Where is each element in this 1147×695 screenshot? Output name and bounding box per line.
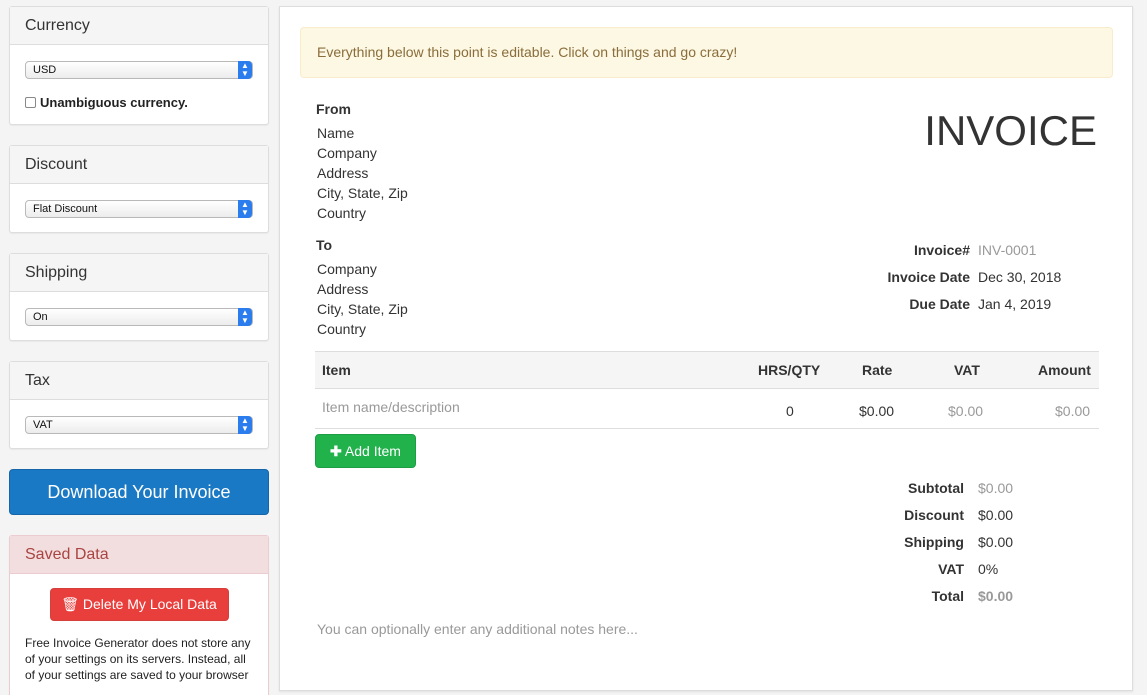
shipping-select-value: On — [33, 311, 48, 323]
to-company-field[interactable]: Company — [317, 259, 377, 279]
trash-icon: 🗑 — [61, 596, 80, 612]
from-city-field[interactable]: City, State, Zip — [317, 183, 408, 203]
discount-select-value: Flat Discount — [33, 203, 98, 215]
invoice-date-label: Invoice Date — [887, 269, 970, 285]
editable-alert: Everything below this point is editable.… — [300, 27, 1113, 78]
tax-select-value: VAT — [33, 419, 53, 431]
unambiguous-currency-checkbox[interactable] — [25, 97, 36, 108]
vat-row: VAT 0% — [840, 561, 1140, 581]
item-vat-value: $0.00 — [948, 403, 984, 419]
to-city-field[interactable]: City, State, Zip — [317, 299, 408, 319]
chevron-updown-icon: ▲ ▼ — [238, 416, 252, 434]
rate-column-header: Rate — [862, 362, 893, 378]
invoice-number-row: Invoice# INV-0001 — [840, 242, 1140, 262]
to-label: To — [316, 237, 333, 253]
to-address-field[interactable]: Address — [317, 279, 368, 299]
chevron-updown-icon: ▲ ▼ — [238, 200, 252, 218]
item-column-header: Item — [322, 362, 351, 378]
invoice-date-field[interactable]: Dec 30, 2018 — [978, 269, 1061, 285]
unambiguous-currency-option[interactable]: Unambiguous currency. — [25, 95, 253, 110]
invoice-date-row: Invoice Date Dec 30, 2018 — [840, 269, 1140, 289]
due-date-label: Due Date — [909, 296, 970, 312]
due-date-row: Due Date Jan 4, 2019 — [840, 296, 1140, 316]
vat-label: VAT — [938, 561, 964, 577]
to-country-field[interactable]: Country — [317, 319, 366, 339]
tax-select[interactable]: VAT ▲ ▼ — [25, 416, 253, 434]
due-date-field[interactable]: Jan 4, 2019 — [978, 296, 1051, 312]
from-company-field[interactable]: Company — [317, 143, 377, 163]
item-description-field[interactable]: Item name/description — [322, 389, 460, 425]
invoice-number-field[interactable]: INV-0001 — [978, 242, 1036, 258]
discount-panel: Discount Flat Discount ▲ ▼ — [9, 145, 269, 233]
vat-field[interactable]: 0% — [978, 561, 998, 577]
total-label: Total — [931, 588, 964, 604]
add-item-label: Add Item — [344, 443, 401, 459]
discount-row: Discount $0.00 — [840, 507, 1140, 527]
shipping-select[interactable]: On ▲ ▼ — [25, 308, 253, 326]
saved-data-description: Free Invoice Generator does not store an… — [25, 636, 251, 682]
currency-panel: Currency USD ▲ ▼ Unambiguous currency. — [9, 6, 269, 125]
delete-local-data-label: Delete My Local Data — [82, 596, 217, 612]
shipping-row: Shipping $0.00 — [840, 534, 1140, 554]
currency-heading: Currency — [10, 7, 268, 45]
plus-icon: ✚ — [330, 443, 342, 459]
shipping-heading: Shipping — [10, 254, 268, 292]
from-address-field[interactable]: Address — [317, 163, 368, 183]
discount-label: Discount — [904, 507, 964, 523]
from-label: From — [316, 101, 351, 117]
amount-column-header: Amount — [1038, 362, 1091, 378]
total-value: $0.00 — [978, 588, 1014, 604]
qty-column-header: HRS/QTY — [758, 362, 821, 378]
currency-select-value: USD — [33, 64, 57, 76]
chevron-updown-icon: ▲ ▼ — [238, 61, 252, 79]
subtotal-label: Subtotal — [908, 480, 964, 496]
saved-data-heading: Saved Data — [10, 536, 268, 574]
subtotal-value: $0.00 — [978, 480, 1014, 496]
from-country-field[interactable]: Country — [317, 203, 366, 223]
notes-field[interactable]: You can optionally enter any additional … — [317, 621, 638, 637]
total-row: Total $0.00 — [840, 588, 1140, 608]
add-item-button[interactable]: ✚ Add Item — [315, 434, 416, 468]
discount-heading: Discount — [10, 146, 268, 184]
settings-sidebar: Currency USD ▲ ▼ Unambiguous currency. Di… — [9, 6, 269, 695]
saved-data-panel: Saved Data 🗑 Delete My Local Data Free I… — [9, 535, 269, 695]
invoice-title[interactable]: INVOICE — [924, 107, 1097, 155]
table-row: Item name/description 0 $0.00 $0.00 $0.0… — [315, 389, 1099, 429]
invoice-number-label: Invoice# — [913, 242, 970, 258]
vat-column-header: VAT — [954, 362, 980, 378]
currency-select[interactable]: USD ▲ ▼ — [25, 61, 253, 79]
invoice-editor: Everything below this point is editable.… — [279, 6, 1133, 691]
download-invoice-button[interactable]: Download Your Invoice — [9, 469, 269, 515]
subtotal-row: Subtotal $0.00 — [840, 480, 1140, 500]
item-qty-field[interactable]: 0 — [786, 393, 794, 429]
from-name-field[interactable]: Name — [317, 123, 354, 143]
discount-select[interactable]: Flat Discount ▲ ▼ — [25, 200, 253, 218]
item-rate-field[interactable]: $0.00 — [859, 393, 894, 429]
shipping-label: Shipping — [904, 534, 964, 550]
delete-local-data-button[interactable]: 🗑 Delete My Local Data — [49, 588, 229, 621]
chevron-updown-icon: ▲ ▼ — [238, 308, 252, 326]
tax-heading: Tax — [10, 362, 268, 400]
tax-panel: Tax VAT ▲ ▼ — [9, 361, 269, 449]
discount-field[interactable]: $0.00 — [978, 507, 1013, 523]
item-amount-value: $0.00 — [1055, 403, 1091, 419]
items-table-header: Item HRS/QTY Rate VAT Amount — [315, 351, 1099, 389]
unambiguous-currency-label: Unambiguous currency. — [40, 95, 188, 110]
shipping-field[interactable]: $0.00 — [978, 534, 1013, 550]
shipping-panel: Shipping On ▲ ▼ — [9, 253, 269, 341]
